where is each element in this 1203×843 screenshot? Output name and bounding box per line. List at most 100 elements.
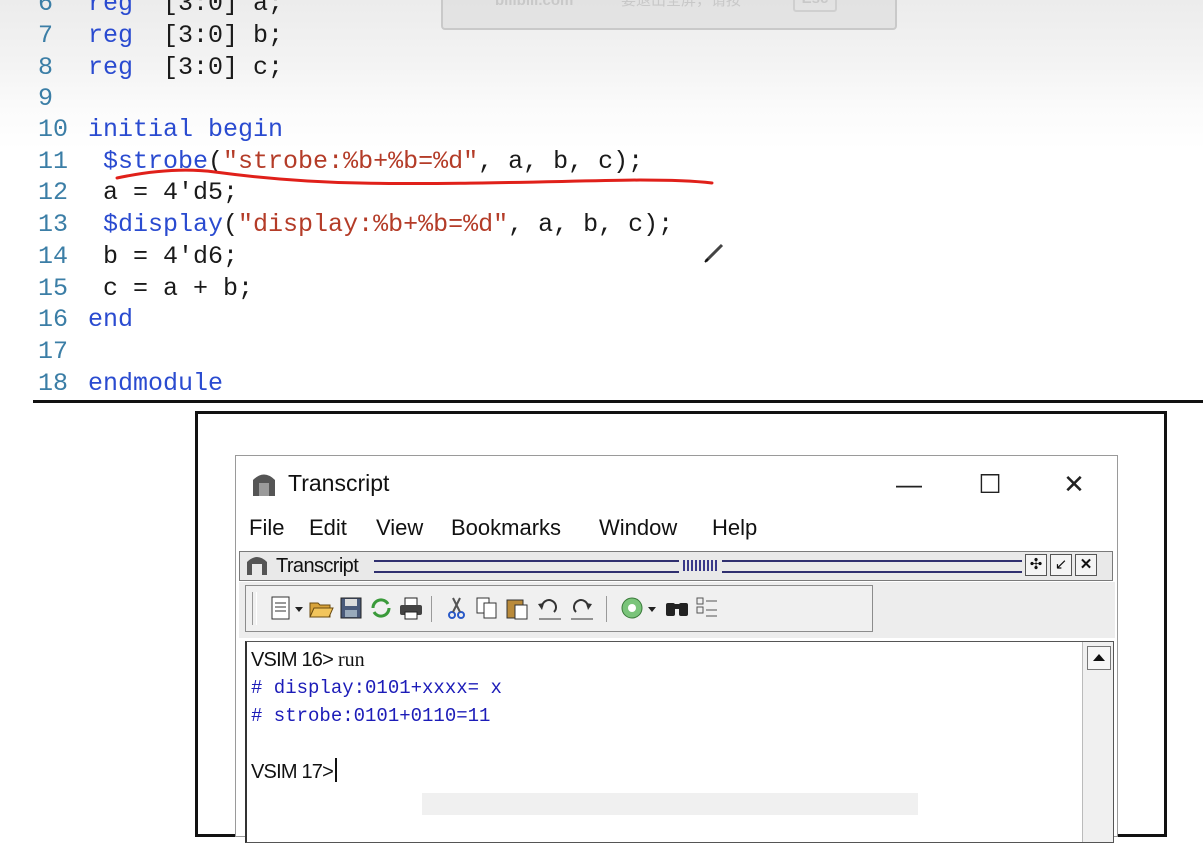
pane-undock-icon[interactable]: ↙ — [1050, 554, 1072, 576]
undo-icon[interactable] — [536, 595, 564, 621]
modelsim-pane-icon — [247, 557, 267, 575]
line-number: 6 — [38, 0, 54, 18]
banner-site: bilibili.com — [495, 0, 574, 9]
code-line: 15 c = a + b; — [38, 273, 253, 305]
line-number: 10 — [38, 115, 69, 144]
line-number: 12 — [38, 178, 69, 207]
save-icon[interactable] — [338, 595, 364, 621]
code-editor[interactable]: 6 reg [3:0] a; 7 reg [3:0] b; 8 reg [3:0] c… — [0, 0, 1203, 402]
close-button[interactable]: ✕ — [1049, 464, 1099, 504]
line-number: 9 — [38, 84, 54, 113]
console-scrollbar[interactable] — [1082, 642, 1113, 842]
redo-icon[interactable] — [568, 595, 596, 621]
line-number: 8 — [38, 53, 54, 82]
title-bar[interactable]: Transcript — ☐ ✕ — [236, 456, 1117, 512]
print-icon[interactable] — [398, 595, 424, 621]
code-line: 9 — [38, 83, 88, 115]
system-task: $display — [88, 210, 224, 239]
paste-icon[interactable] — [504, 595, 530, 621]
code-text: [3:0] b; — [133, 21, 284, 50]
line-number: 17 — [38, 337, 69, 366]
compile-dropdown-icon[interactable] — [645, 595, 659, 621]
scroll-up-button[interactable] — [1087, 646, 1111, 670]
banner-message: 要退出全屏，请按 — [621, 0, 742, 9]
code-line: 12 a = 4'd5; — [38, 177, 238, 209]
console-command: run — [332, 649, 365, 671]
menu-window[interactable]: Window — [599, 515, 677, 541]
menu-file[interactable]: File — [249, 515, 284, 541]
toolbar — [245, 585, 873, 632]
string-literal: "strobe:%b+%b=%d" — [223, 147, 479, 176]
pane-drag-grip-dots[interactable] — [683, 560, 719, 571]
window-title: Transcript — [288, 470, 390, 496]
code-line: 13 $display("display:%b+%b=%d", a, b, c)… — [38, 209, 673, 241]
divider — [33, 400, 1203, 403]
pane-header[interactable]: Transcript ✣ ↙ ✕ — [239, 551, 1113, 581]
menu-bar: File Edit View Bookmarks Window Help — [236, 513, 1117, 547]
code-line: 6 reg [3:0] a; — [38, 0, 283, 20]
system-task: $strobe — [88, 147, 209, 176]
console-prompt: VSIM 16> — [251, 649, 334, 671]
keyword: reg — [88, 21, 134, 50]
find-icon[interactable] — [664, 595, 690, 621]
text-cursor — [334, 758, 337, 782]
code-text: [3:0] c; — [133, 53, 284, 82]
toolbar-grip[interactable] — [252, 592, 257, 625]
new-dropdown-icon[interactable] — [292, 595, 306, 621]
toolbar-separator — [431, 596, 432, 622]
toolbar-area — [239, 582, 1115, 638]
menu-help[interactable]: Help — [712, 515, 757, 541]
keyword: endmodule — [88, 369, 224, 398]
keyword: reg — [88, 0, 134, 18]
compile-icon[interactable] — [619, 595, 645, 621]
code-line: 10 initial begin — [38, 114, 283, 146]
open-folder-icon[interactable] — [308, 595, 334, 621]
code-line: 17 — [38, 336, 88, 368]
console-line: VSIM 16> run — [251, 646, 365, 674]
new-file-icon[interactable] — [268, 595, 294, 621]
minimize-button[interactable]: — — [884, 464, 934, 504]
maximize-button[interactable]: ☐ — [965, 464, 1015, 504]
console-line: VSIM 17> — [251, 758, 337, 786]
line-number: 14 — [38, 242, 69, 271]
line-number: 18 — [38, 369, 69, 398]
menu-view[interactable]: View — [376, 515, 423, 541]
code-text: , a, b, c); — [508, 210, 674, 239]
pane-title: Transcript — [276, 555, 359, 577]
line-number: 11 — [38, 147, 69, 176]
code-line: 7 reg [3:0] b; — [38, 20, 283, 52]
menu-bookmarks[interactable]: Bookmarks — [451, 515, 561, 541]
console-output: # strobe:0101+0110=11 — [251, 705, 491, 727]
menu-edit[interactable]: Edit — [309, 515, 347, 541]
pane-dock-icon[interactable]: ✣ — [1025, 554, 1047, 576]
transcript-window[interactable]: Transcript — ☐ ✕ File Edit View Bookmark… — [235, 455, 1118, 843]
code-text: , a, b, c); — [478, 147, 644, 176]
keyword: reg — [88, 53, 134, 82]
scroll-up-arrow-icon — [1093, 654, 1105, 661]
code-text: b = 4'd6; — [88, 242, 239, 271]
code-text: ( — [223, 210, 239, 239]
subtitle-overlay — [422, 793, 918, 815]
keyword: initial begin — [88, 115, 284, 144]
fullscreen-exit-banner: bilibili.com 要退出全屏，请按 Esc — [441, 0, 897, 30]
pane-drag-grip[interactable] — [374, 560, 679, 573]
code-line: 8 reg [3:0] c; — [38, 52, 283, 84]
reload-icon[interactable] — [368, 595, 394, 621]
keyword: end — [88, 305, 134, 334]
code-line: 11 $strobe("strobe:%b+%b=%d", a, b, c); — [38, 146, 643, 178]
code-text: c = a + b; — [88, 274, 254, 303]
code-line: 16 end — [38, 304, 133, 336]
line-number: 7 — [38, 21, 54, 50]
line-number: 13 — [38, 210, 69, 239]
modelsim-app-icon — [253, 474, 275, 496]
list-format-icon[interactable] — [694, 595, 720, 621]
pane-close-icon[interactable]: ✕ — [1075, 554, 1097, 576]
toolbar-separator — [606, 596, 607, 622]
banner-esc-key: Esc — [793, 0, 837, 12]
copy-icon[interactable] — [474, 595, 500, 621]
console-output: # display:0101+xxxx= x — [251, 677, 502, 699]
code-text: [3:0] a; — [133, 0, 284, 18]
cut-icon[interactable] — [444, 595, 470, 621]
line-number: 15 — [38, 274, 69, 303]
pane-drag-grip[interactable] — [722, 560, 1022, 573]
